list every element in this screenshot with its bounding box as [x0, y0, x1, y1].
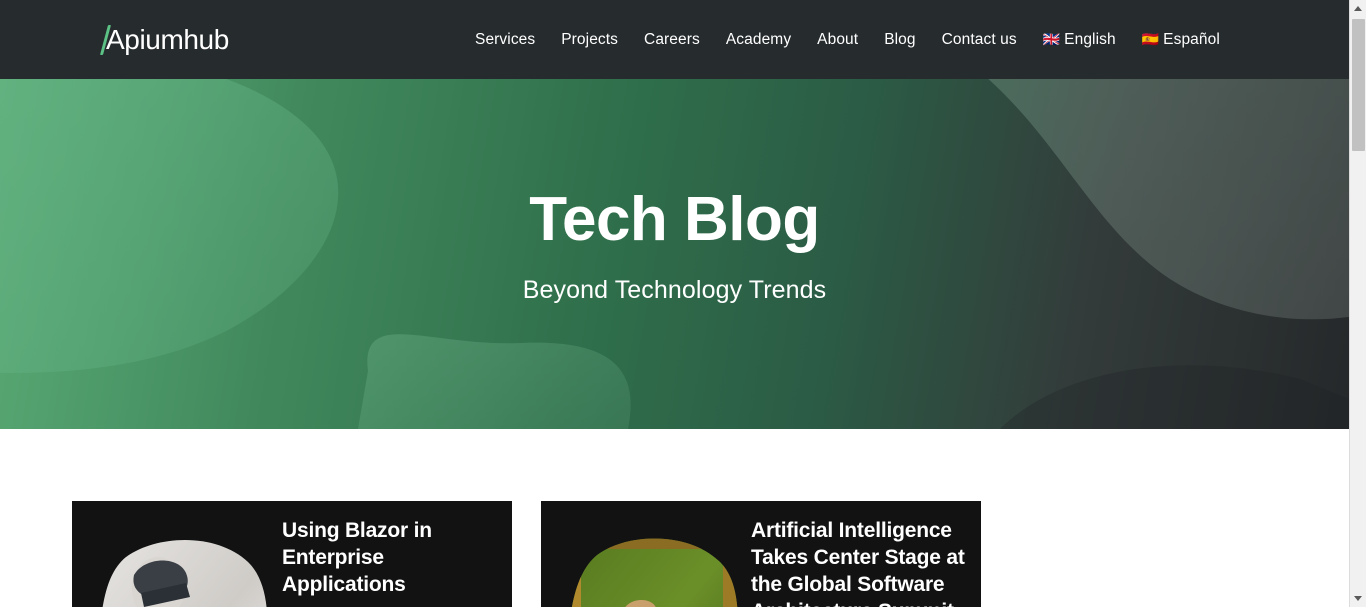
logo-text: Apiumhub: [106, 24, 229, 55]
flag-spain-icon: 🇪🇸: [1141, 31, 1160, 47]
nav-item-about[interactable]: About: [804, 31, 871, 49]
thumbnail-blob-image: [565, 538, 738, 607]
nav-item-academy[interactable]: Academy: [713, 31, 804, 49]
nav-item-services[interactable]: Services: [462, 31, 548, 49]
nav-label-espanol: Español: [1163, 31, 1220, 48]
article-card[interactable]: Artificial Intelligence Takes Center Sta…: [541, 501, 981, 607]
article-card-list: Using Blazor in Enterprise Applications: [72, 501, 981, 607]
main-content: Using Blazor in Enterprise Applications: [0, 429, 1349, 607]
site-logo[interactable]: Apiumhub: [99, 22, 233, 58]
thumbnail-blob-image: [97, 539, 268, 607]
article-thumbnail: [555, 527, 745, 607]
article-title: Using Blazor in Enterprise Applications: [282, 519, 432, 596]
scrollbar-down-arrow[interactable]: [1350, 590, 1366, 607]
site-header: Apiumhub Services Projects Careers Acade…: [0, 0, 1349, 79]
page-title: Tech Blog: [529, 185, 820, 254]
article-card[interactable]: Using Blazor in Enterprise Applications: [72, 501, 512, 607]
article-thumbnail: [86, 527, 276, 607]
main-navigation: Services Projects Careers Academy About …: [462, 0, 1233, 79]
nav-item-contact-us[interactable]: Contact us: [929, 31, 1030, 49]
page-viewport: Apiumhub Services Projects Careers Acade…: [0, 0, 1349, 607]
hero-text-block: Tech Blog Beyond Technology Trends: [0, 79, 1349, 429]
scrollbar-up-arrow[interactable]: [1350, 0, 1366, 17]
nav-item-language-english[interactable]: 🇬🇧 English: [1030, 30, 1129, 49]
nav-item-careers[interactable]: Careers: [631, 31, 713, 49]
nav-item-projects[interactable]: Projects: [548, 31, 631, 49]
nav-label-english: English: [1064, 31, 1116, 48]
nav-item-language-espanol[interactable]: 🇪🇸 Español: [1129, 30, 1233, 49]
page-subtitle: Beyond Technology Trends: [522, 276, 827, 304]
nav-item-blog[interactable]: Blog: [871, 31, 928, 49]
browser-scrollbar[interactable]: [1349, 0, 1366, 607]
flag-uk-icon: 🇬🇧: [1042, 31, 1061, 47]
scrollbar-thumb[interactable]: [1352, 19, 1365, 151]
browser-page: Apiumhub Services Projects Careers Acade…: [0, 0, 1366, 607]
hero-banner: Tech Blog Beyond Technology Trends: [0, 79, 1349, 429]
article-title: Artificial Intelligence Takes Center Sta…: [751, 519, 965, 607]
